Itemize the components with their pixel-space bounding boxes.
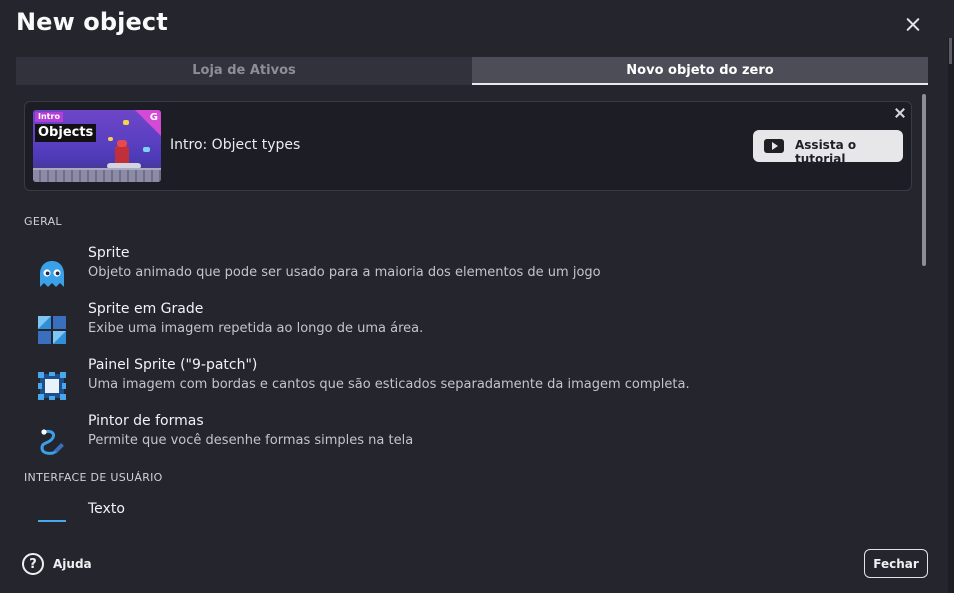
dialog-title: New object [16, 8, 168, 36]
close-button[interactable]: Fechar [864, 549, 928, 578]
object-type-text[interactable]: Texto [24, 501, 912, 522]
gdevelop-logo-icon: G [149, 112, 158, 123]
thumbnail-objects-tag: Objects [35, 124, 97, 142]
thumbnail-intro-tag: Intro [35, 112, 63, 122]
help-question-icon: ? [22, 553, 44, 575]
list-scrollbar[interactable] [921, 94, 927, 522]
text-object-icon [38, 520, 66, 522]
help-label: Ajuda [53, 557, 92, 571]
window-edge-mark [949, 38, 952, 64]
bird-sprite [123, 120, 129, 125]
tutorial-card: Intro Objects G Intro: Object types Assi… [24, 101, 912, 191]
watch-tutorial-label: Assista o tutorial [795, 138, 857, 166]
object-type-description: Objeto animado que pode ser usado para a… [88, 265, 601, 280]
object-type-tiled-sprite[interactable]: Sprite em Grade Exibe uma imagem repetid… [24, 301, 912, 355]
help-button[interactable]: ? Ajuda [22, 553, 92, 575]
bird-sprite [143, 147, 150, 152]
object-list-panel: Intro Objects G Intro: Object types Assi… [16, 94, 928, 522]
floor-tiles [33, 168, 161, 182]
object-type-panel-sprite[interactable]: Painel Sprite ("9-patch") Uma imagem com… [24, 357, 912, 411]
object-type-name: Sprite em Grade [88, 301, 204, 317]
object-type-description: Permite que você desenhe formas simples … [88, 433, 414, 448]
new-object-dialog: New object Loja de Ativos Novo objeto do… [0, 0, 954, 593]
tab-asset-store[interactable]: Loja de Ativos [16, 57, 472, 85]
object-type-shape-painter[interactable]: Pintor de formas Permite que você desenh… [24, 413, 912, 467]
window-edge [948, 38, 954, 593]
bird-sprite [108, 137, 113, 141]
tab-bar: Loja de Ativos Novo objeto do zero [16, 57, 928, 85]
object-type-description: Uma imagem com bordas e cantos que são e… [88, 377, 690, 392]
object-type-sprite[interactable]: Sprite Objeto animado que pode ser usado… [24, 245, 912, 299]
ghost-icon [40, 261, 64, 287]
section-header-general: GERAL [24, 215, 62, 228]
dismiss-tutorial-icon[interactable] [893, 106, 907, 120]
tutorial-label: Intro: Object types [170, 137, 301, 153]
object-type-name: Sprite [88, 245, 130, 261]
youtube-play-icon [764, 139, 784, 153]
tutorial-thumbnail[interactable]: Intro Objects G [33, 110, 161, 182]
hero-sprite [115, 140, 129, 164]
section-header-user-interface: INTERFACE DE USUÁRIO [24, 471, 163, 484]
shape-painter-icon [40, 429, 64, 455]
close-icon[interactable] [902, 14, 924, 36]
object-type-name: Painel Sprite ("9-patch") [88, 357, 258, 373]
tiled-sprite-icon [38, 316, 66, 344]
object-type-name: Pintor de formas [88, 413, 204, 429]
list-scrollbar-thumb[interactable] [922, 94, 926, 266]
object-type-description: Exibe uma imagem repetida ao longo de um… [88, 321, 424, 336]
object-type-name: Texto [88, 501, 125, 517]
tab-new-object-from-scratch[interactable]: Novo objeto do zero [472, 57, 928, 85]
nine-patch-icon [38, 372, 66, 400]
watch-tutorial-button[interactable]: Assista o tutorial [753, 130, 903, 166]
